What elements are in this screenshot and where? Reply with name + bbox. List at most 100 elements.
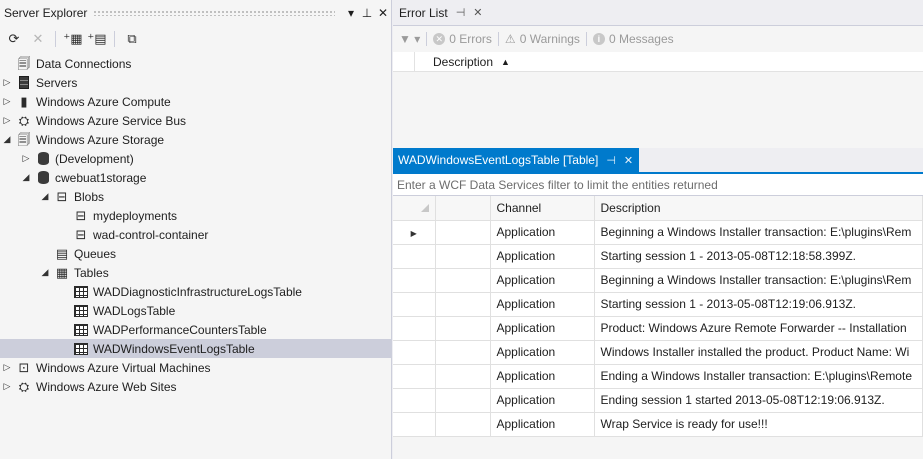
tree-node[interactable]: ⊟ wad-control-container (0, 225, 391, 244)
stop-refresh-icon[interactable]: ✕ (28, 29, 48, 49)
tree-node[interactable]: ◢ ▦ Tables (0, 263, 391, 282)
channel-cell[interactable]: Application (490, 388, 595, 413)
table-row[interactable]: Application Ending a Windows Installer tr… (393, 364, 923, 389)
server-explorer-toolbar: ⟳ ✕ ⁺▦ ⁺▤ ⧉ (0, 26, 391, 52)
table-row[interactable]: Application Beginning a Windows Installer… (393, 268, 923, 293)
table-row[interactable]: Application Starting session 1 - 2013-05-… (393, 244, 923, 269)
channel-column-header[interactable]: Channel (490, 196, 595, 221)
close-icon[interactable]: ✕ (473, 6, 482, 19)
pin-icon[interactable]: ⊣ (606, 154, 616, 167)
window-position-dropdown-icon[interactable]: ▾ (343, 6, 359, 20)
tree-node[interactable]: ◢ ⊟ Blobs (0, 187, 391, 206)
messages-filter-button[interactable]: i 0 Messages (592, 32, 674, 46)
expand-arrow-icon[interactable]: ▷ (2, 115, 12, 126)
row-header[interactable] (393, 340, 436, 365)
description-cell[interactable]: Beginning a Windows Installer transactio… (594, 220, 923, 245)
tree-node[interactable]: WADLogsTable (0, 301, 391, 320)
channel-cell[interactable]: Application (490, 220, 595, 245)
expand-arrow-icon[interactable]: ▷ (2, 362, 12, 373)
description-cell[interactable]: Ending session 1 started 2013-05-08T12:1… (594, 388, 923, 413)
description-cell[interactable]: Beginning a Windows Installer transactio… (594, 268, 923, 293)
tree-node[interactable]: WADWindowsEventLogsTable (0, 339, 391, 358)
tree-node[interactable]: ⊟ mydeployments (0, 206, 391, 225)
tree-node[interactable]: ▷ (Development) (0, 149, 391, 168)
description-cell[interactable]: Starting session 1 - 2013-05-08T12:18:58… (594, 244, 923, 269)
collapse-arrow-icon[interactable]: ◢ (40, 267, 50, 278)
expand-arrow-icon[interactable]: ▷ (2, 77, 12, 88)
blank-cell[interactable] (435, 340, 491, 365)
row-header[interactable] (393, 316, 436, 341)
blank-cell[interactable] (435, 364, 491, 389)
pin-icon[interactable]: ⊣ (456, 6, 466, 19)
tab-wadwindowseventlogstable[interactable]: WADWindowsEventLogsTable [Table] ⊣ ✕ (393, 148, 640, 172)
blank-cell[interactable] (435, 388, 491, 413)
drag-grip[interactable] (93, 10, 335, 16)
tree-node[interactable]: ▷ ▮ Windows Azure Compute (0, 92, 391, 111)
row-header[interactable] (393, 292, 436, 317)
expand-arrow-icon[interactable]: ▷ (2, 381, 12, 392)
tree-node[interactable]: 🗐 Data Connections (0, 54, 391, 73)
close-icon[interactable]: ✕ (375, 6, 391, 20)
description-cell[interactable]: Product: Windows Azure Remote Forwarder … (594, 316, 923, 341)
close-icon[interactable]: ✕ (624, 154, 633, 167)
description-cell[interactable]: Windows Installer installed the product.… (594, 340, 923, 365)
refresh-icon[interactable]: ⟳ (4, 29, 24, 49)
blank-cell[interactable] (435, 268, 491, 293)
expand-arrow-icon[interactable]: ▷ (2, 96, 12, 107)
blank-cell[interactable] (435, 316, 491, 341)
channel-cell[interactable]: Application (490, 268, 595, 293)
blank-cell[interactable] (435, 292, 491, 317)
description-column-header[interactable]: Description ▲ (415, 55, 510, 69)
description-cell[interactable]: Ending a Windows Installer transaction: … (594, 364, 923, 389)
tree-node[interactable]: WADDiagnosticInfrastructureLogsTable (0, 282, 391, 301)
connect-to-server-icon[interactable]: ⁺▤ (87, 29, 107, 49)
table-row[interactable]: Application Product: Windows Azure Remote… (393, 316, 923, 341)
table-row[interactable]: ▶ Application Beginning a Windows Installe… (393, 220, 923, 245)
row-header[interactable] (393, 412, 436, 437)
row-header[interactable] (393, 268, 436, 293)
tree-node[interactable]: ▤ Queues (0, 244, 391, 263)
blank-cell[interactable] (435, 244, 491, 269)
connect-to-database-icon[interactable]: ⁺▦ (63, 29, 83, 49)
channel-cell[interactable]: Application (490, 292, 595, 317)
tab-error-list[interactable]: Error List ⊣ ✕ (393, 2, 489, 24)
tree-node[interactable]: ◢ cwebuat1storage (0, 168, 391, 187)
table-row[interactable]: Application Windows Installer installed t… (393, 340, 923, 365)
row-header[interactable] (393, 388, 436, 413)
channel-cell[interactable]: Application (490, 412, 595, 437)
tree-node[interactable]: ▷ ⛭ Windows Azure Service Bus (0, 111, 391, 130)
row-header[interactable] (393, 244, 436, 269)
channel-cell[interactable]: Application (490, 340, 595, 365)
table-row[interactable]: Application Ending session 1 started 2013… (393, 388, 923, 413)
wcf-filter-input[interactable] (393, 174, 923, 196)
tree-node[interactable]: WADPerformanceCountersTable (0, 320, 391, 339)
connect-to-sharepoint-icon[interactable]: ⧉ (122, 29, 142, 49)
warnings-filter-button[interactable]: ⚠ 0 Warnings (505, 32, 580, 46)
table-row[interactable]: Application Wrap Service is ready for use… (393, 412, 923, 437)
channel-cell[interactable]: Application (490, 316, 595, 341)
channel-cell[interactable]: Application (490, 364, 595, 389)
server-explorer-titlebar[interactable]: Server Explorer ▾ ⊥ ✕ (0, 0, 391, 26)
blank-cell[interactable] (435, 220, 491, 245)
blank-cell[interactable] (435, 412, 491, 437)
channel-cell[interactable]: Application (490, 244, 595, 269)
tree-node[interactable]: ▷ ⛭ Windows Azure Web Sites (0, 377, 391, 396)
description-cell[interactable]: Wrap Service is ready for use!!! (594, 412, 923, 437)
expand-arrow-icon[interactable]: ▷ (21, 153, 31, 164)
tree-node[interactable]: ◢ 🗐 Windows Azure Storage (0, 130, 391, 149)
description-column-header[interactable]: Description (594, 196, 923, 221)
tree-node[interactable]: ▷ Servers (0, 73, 391, 92)
grid-corner[interactable] (393, 196, 436, 221)
collapse-arrow-icon[interactable]: ◢ (21, 172, 31, 183)
description-cell[interactable]: Starting session 1 - 2013-05-08T12:19:06… (594, 292, 923, 317)
row-header[interactable]: ▶ (393, 220, 436, 245)
collapse-arrow-icon[interactable]: ◢ (2, 134, 12, 145)
filter-scope-dropdown-icon[interactable]: ▼ ▾ (399, 32, 420, 46)
table-row[interactable]: Application Starting session 1 - 2013-05-… (393, 292, 923, 317)
auto-hide-pin-icon[interactable]: ⊥ (359, 6, 375, 20)
collapse-arrow-icon[interactable]: ◢ (40, 191, 50, 202)
errors-filter-button[interactable]: ✕ 0 Errors (433, 32, 492, 46)
tree-node[interactable]: ▷ ⊡ Windows Azure Virtual Machines (0, 358, 391, 377)
row-header[interactable] (393, 364, 436, 389)
tree-node-label: Windows Azure Web Sites (36, 379, 177, 394)
